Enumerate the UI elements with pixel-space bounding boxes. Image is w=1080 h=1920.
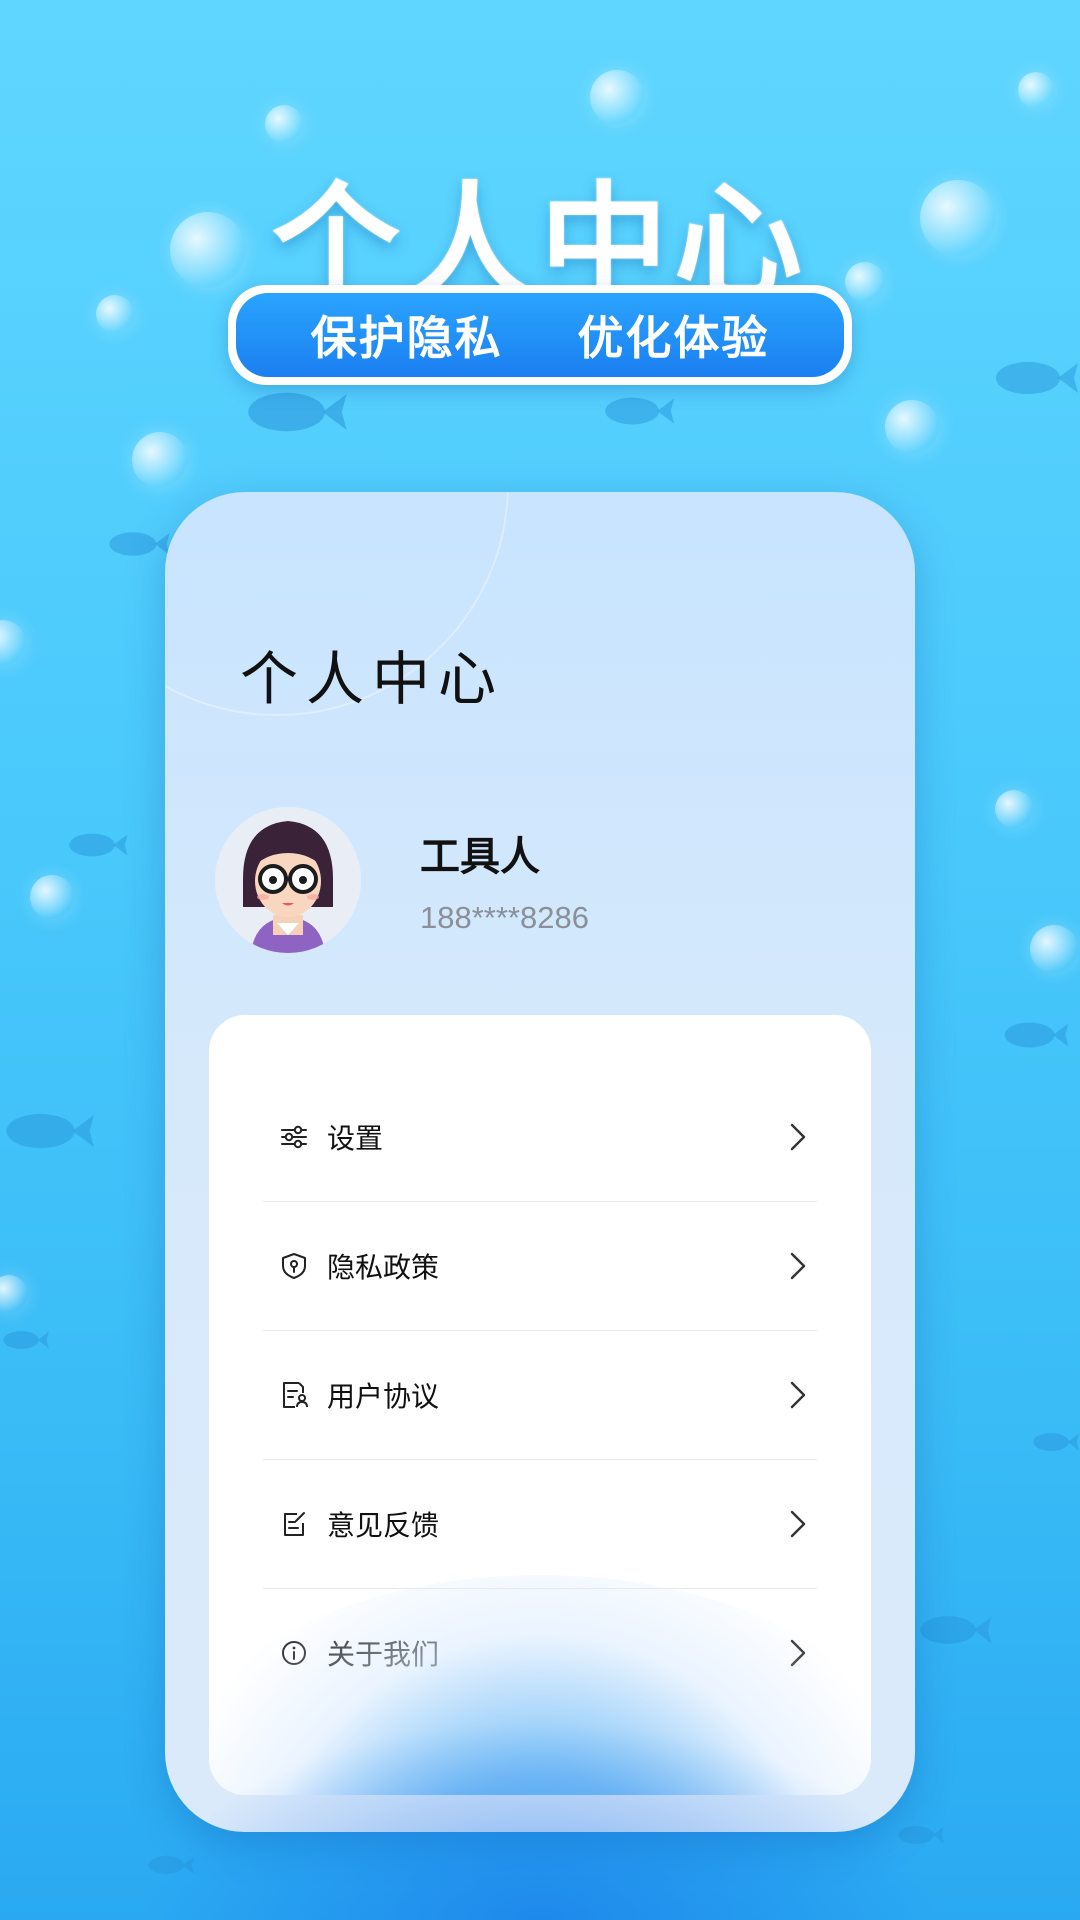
tag-protect-privacy: 保护隐私 xyxy=(310,311,503,365)
fish-decoration xyxy=(920,1616,992,1644)
fish-decoration xyxy=(248,392,347,432)
menu-item-user-agreement[interactable]: 用户协议 xyxy=(263,1331,817,1460)
fish-decoration xyxy=(1033,1433,1079,1451)
menu-list: 设置 隐私政策 用户协议 意见反馈 关于我们 xyxy=(263,1073,817,1717)
bubble xyxy=(0,1275,28,1313)
profile-card: 个人中心 工具人 188****8286 设置 隐私政策 用户协议 意见反馈 关… xyxy=(165,492,915,1832)
fish-decoration xyxy=(69,833,128,857)
fish-decoration xyxy=(1004,1022,1069,1048)
page-title: 个人中心 xyxy=(240,645,505,713)
chevron-right-icon xyxy=(790,1252,806,1280)
menu-item-label: 设置 xyxy=(327,1122,384,1155)
avatar[interactable] xyxy=(215,807,361,953)
shield-lock-icon xyxy=(282,1253,306,1279)
tagline-banner: 保护隐私 优化体验 xyxy=(228,285,852,385)
user-name: 工具人 xyxy=(420,834,540,880)
bubble xyxy=(265,105,303,143)
chevron-right-icon xyxy=(790,1123,806,1151)
edit-note-icon xyxy=(284,1512,305,1536)
fish-decoration xyxy=(996,362,1078,394)
chevron-right-icon xyxy=(790,1381,806,1409)
fish-decoration xyxy=(605,397,675,425)
fish-decoration xyxy=(898,1826,944,1844)
menu-item-privacy-policy[interactable]: 隐私政策 xyxy=(263,1202,817,1331)
bubble xyxy=(0,620,26,666)
menu-item-label: 用户协议 xyxy=(327,1380,440,1413)
menu-panel: 设置 隐私政策 用户协议 意见反馈 关于我们 xyxy=(209,1015,871,1795)
fish-decoration xyxy=(148,1856,194,1874)
bubble xyxy=(1018,72,1054,108)
menu-item-about-us[interactable]: 关于我们 xyxy=(263,1589,817,1717)
bubble xyxy=(132,432,188,488)
fish-decoration xyxy=(109,532,170,556)
user-phone: 188****8286 xyxy=(420,900,589,935)
chevron-right-icon xyxy=(790,1510,806,1538)
menu-item-label: 关于我们 xyxy=(327,1638,440,1671)
bubble xyxy=(995,790,1033,828)
bubble xyxy=(1030,925,1078,973)
tagline-inner: 保护隐私 优化体验 xyxy=(236,293,844,377)
menu-item-label: 隐私政策 xyxy=(327,1251,440,1284)
menu-item-settings[interactable]: 设置 xyxy=(263,1073,817,1202)
document-user-icon xyxy=(283,1382,308,1408)
menu-item-feedback[interactable]: 意见反馈 xyxy=(263,1460,817,1589)
fish-decoration xyxy=(3,1331,49,1349)
bubble xyxy=(590,70,644,124)
bubble xyxy=(885,400,939,454)
menu-item-label: 意见反馈 xyxy=(327,1509,440,1542)
avatar-girl-glasses-icon xyxy=(215,807,361,953)
bubble xyxy=(30,875,74,919)
chevron-right-icon xyxy=(790,1639,806,1667)
fish-decoration xyxy=(6,1113,94,1149)
info-icon xyxy=(282,1641,306,1665)
sliders-icon xyxy=(281,1125,307,1149)
tag-optimize-experience: 优化体验 xyxy=(577,311,770,365)
